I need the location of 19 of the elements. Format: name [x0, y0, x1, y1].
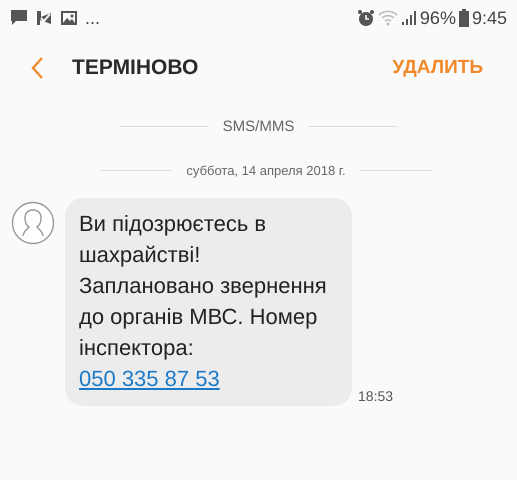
delete-button[interactable]: УДАЛИТЬ — [388, 53, 487, 83]
message-bubble: Ви підозрюєтесь в шахрайстві! Заплановано звернення до органів МВС. Номер інспектора: 050 335 87 53 — [65, 198, 352, 406]
message-time: 18:53 — [358, 388, 394, 404]
message-icon — [10, 9, 28, 27]
more-notifications-text: ... — [85, 8, 100, 28]
image-icon — [60, 9, 78, 27]
date-label: суббота, 14 апреля 2018 г. — [186, 163, 346, 178]
conversation-title: ТЕРМІНОВО — [72, 56, 200, 80]
alarm-icon — [356, 9, 375, 27]
avatar-icon — [11, 201, 55, 245]
checkmark-icon — [35, 9, 53, 27]
battery-icon — [458, 9, 469, 27]
wifi-icon — [378, 10, 398, 26]
phone-number-link[interactable]: 050 335 87 53 — [79, 366, 220, 391]
clock-time: 9:45 — [472, 8, 507, 28]
message-type-label: SMS/MMS — [222, 118, 294, 135]
chevron-left-icon — [30, 56, 44, 80]
battery-percentage: 96% — [420, 8, 456, 28]
signal-icon — [400, 10, 417, 26]
